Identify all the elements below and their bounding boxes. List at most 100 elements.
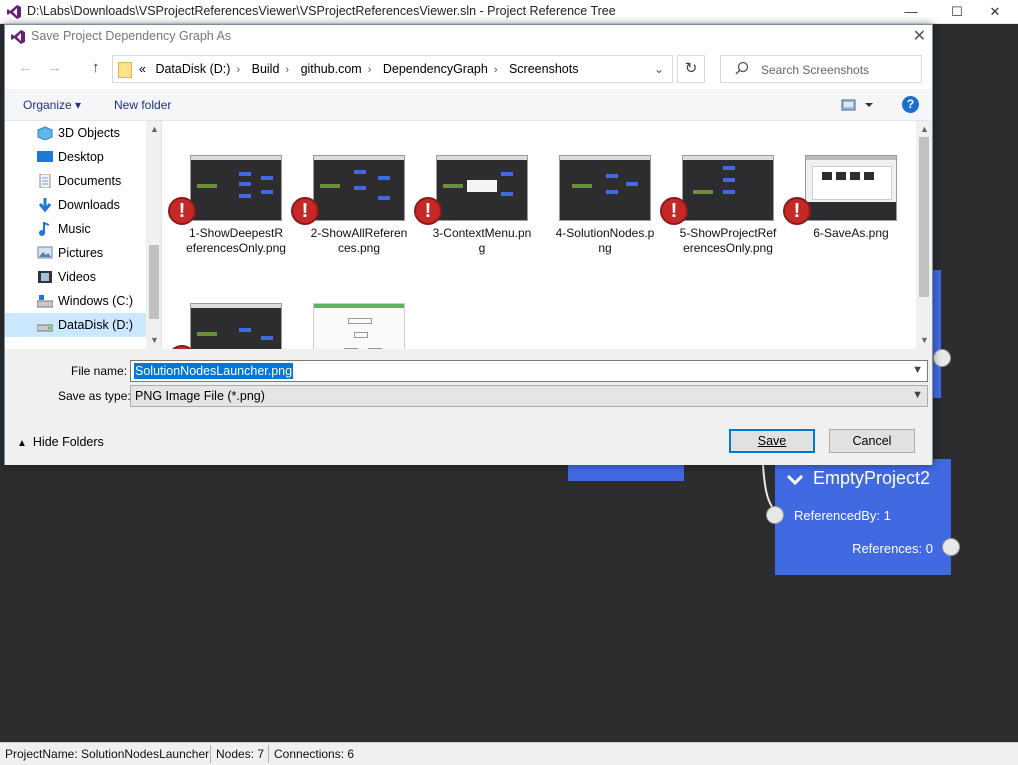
breadcrumb-item[interactable]: DependencyGraph [383, 62, 488, 76]
drive-icon [37, 295, 53, 308]
drive-icon [37, 324, 53, 332]
nav-item-pictures[interactable]: Pictures [5, 241, 146, 265]
output-port[interactable] [942, 538, 960, 556]
breadcrumb-item[interactable]: DataDisk (D:) [155, 62, 230, 76]
new-folder-button[interactable]: New folder [114, 98, 171, 112]
nav-scrollbar-thumb[interactable] [149, 245, 159, 319]
status-nodes: Nodes: 7 [216, 747, 265, 761]
nav-item-datadisk-d[interactable]: DataDisk (D:) [5, 313, 146, 337]
chevron-down-icon[interactable] [785, 469, 805, 489]
breadcrumb-separator[interactable]: › [368, 64, 372, 76]
breadcrumb-separator[interactable]: › [236, 64, 240, 76]
file-thumbnail [313, 303, 405, 349]
main-title-bar: D:\Labs\Downloads\VSProjectReferencesVie… [0, 0, 1018, 24]
node-title: EmptyProject2 [813, 468, 931, 488]
videos-icon [38, 271, 52, 283]
nav-item-videos[interactable]: Videos [5, 265, 146, 289]
cancel-button[interactable]: Cancel [829, 429, 915, 453]
command-bar: Organize ▾ New folder ? [5, 89, 932, 121]
file-name: 4-SolutionNodes.png [555, 226, 655, 255]
dialog-close-button[interactable]: ✕ [913, 26, 926, 46]
close-window-button[interactable]: ✕ [972, 0, 1018, 24]
warning-icon: ! [168, 197, 196, 225]
nav-item-downloads[interactable]: Downloads [5, 193, 146, 217]
up-button[interactable]: ↑ [92, 59, 100, 76]
nav-item-desktop[interactable]: Desktop [5, 145, 146, 169]
file-list-scrollbar-thumb[interactable] [919, 137, 929, 297]
breadcrumb-item[interactable]: Build [252, 62, 280, 76]
save-as-type-select[interactable]: PNG Image File (*.png) ▼ [130, 385, 928, 407]
save-button[interactable]: Save [729, 429, 815, 453]
file-thumbnail [805, 155, 897, 221]
chevron-down-icon[interactable]: ▼ [912, 389, 923, 401]
nav-item-documents[interactable]: Documents [5, 169, 146, 193]
search-placeholder: Search Screenshots [761, 63, 870, 77]
search-box[interactable]: Search Screenshots [720, 55, 922, 83]
chevron-down-icon[interactable]: ▼ [912, 364, 923, 376]
file-thumbnail [559, 155, 651, 221]
refresh-button[interactable]: ↻ [677, 55, 705, 83]
breadcrumb-overflow[interactable]: « [139, 62, 146, 76]
status-project-name: ProjectName: SolutionNodesLauncher [5, 747, 210, 761]
nav-item-label: Windows (C:) [58, 294, 134, 308]
hide-folders-label: Hide Folders [32, 435, 104, 449]
status-separator [268, 745, 269, 763]
back-button[interactable]: ← [18, 59, 33, 76]
save-as-dialog: Save Project Dependency Graph As ✕ ← → ↑… [4, 24, 933, 465]
graph-node-emptyproject2[interactable]: EmptyProject2 ReferencedBy: 1 References… [775, 459, 951, 575]
address-bar[interactable]: « DataDisk (D:) › Build › github.com › Depe… [112, 55, 673, 83]
scroll-up-icon[interactable]: ▲ [150, 124, 159, 134]
node-referenced-by: ReferencedBy: 1 [794, 508, 891, 523]
file-name: 2-ShowAllReferences.png [310, 226, 408, 255]
save-options-area: File name: SolutionNodesLauncher.png ▼ S… [5, 349, 932, 465]
nav-item-label: Desktop [58, 150, 104, 164]
warning-icon: ! [414, 197, 442, 225]
breadcrumb-separator[interactable]: › [494, 64, 498, 76]
search-icon [735, 61, 749, 75]
file-thumbnail [190, 303, 282, 349]
nav-item-label: Music [58, 222, 91, 236]
file-thumbnail [313, 155, 405, 221]
nav-item-label: DataDisk (D:) [58, 318, 134, 332]
file-name: 3-ContextMenu.png [432, 226, 532, 255]
warning-icon: ! [783, 197, 811, 225]
nav-item-label: Videos [58, 270, 96, 284]
address-dropdown-icon[interactable]: ⌄ [654, 62, 664, 76]
file-name-value[interactable]: SolutionNodesLauncher.png [134, 363, 294, 379]
save-button-label: Save [757, 434, 787, 448]
breadcrumb-separator[interactable]: › [285, 64, 289, 76]
breadcrumb: « DataDisk (D:) › Build › github.com › Depe… [139, 62, 584, 76]
file-list-scrollbar[interactable]: ▲ ▼ [916, 121, 932, 349]
graph-node-partial[interactable] [568, 465, 684, 481]
breadcrumb-item[interactable]: Screenshots [509, 62, 578, 76]
dialog-title: Save Project Dependency Graph As [31, 29, 232, 43]
breadcrumb-item[interactable]: github.com [301, 62, 362, 76]
help-button[interactable]: ? [902, 96, 919, 113]
status-connections: Connections: 6 [274, 747, 355, 761]
file-name-label: File name: [71, 364, 128, 378]
scroll-down-icon[interactable]: ▼ [920, 335, 929, 345]
graph-node-port[interactable] [933, 349, 951, 367]
file-name-input[interactable]: SolutionNodesLauncher.png ▼ [130, 360, 928, 382]
navigation-pane: 3D Objects Desktop Documents Downloads M… [5, 121, 162, 349]
visual-studio-logo-icon [11, 30, 25, 44]
file-name: 5-ShowProjectReferencesOnly.png [679, 226, 777, 255]
save-as-type-value: PNG Image File (*.png) [135, 389, 265, 403]
hide-folders-button[interactable]: ▲ Hide Folders [17, 435, 104, 449]
window-title: D:\Labs\Downloads\VSProjectReferencesVie… [27, 4, 616, 18]
view-options-icon[interactable] [841, 98, 875, 112]
organize-button[interactable]: Organize ▾ [23, 98, 81, 112]
warning-icon: ! [660, 197, 688, 225]
nav-item-windows-c[interactable]: Windows (C:) [5, 289, 146, 313]
input-port[interactable] [766, 506, 784, 524]
nav-item-music[interactable]: Music [5, 217, 146, 241]
file-thumbnail [682, 155, 774, 221]
navigation-row: ← → ↑ « DataDisk (D:) › Build › github.com… [5, 49, 932, 89]
forward-button[interactable]: → [47, 59, 62, 76]
minimize-button[interactable]: — [888, 0, 934, 24]
scroll-down-icon[interactable]: ▼ [150, 335, 159, 345]
nav-scrollbar[interactable]: ▲ ▼ [146, 121, 161, 349]
nav-item-3d-objects[interactable]: 3D Objects [5, 121, 146, 145]
scroll-up-icon[interactable]: ▲ [920, 124, 929, 134]
visual-studio-logo-icon [7, 5, 21, 19]
